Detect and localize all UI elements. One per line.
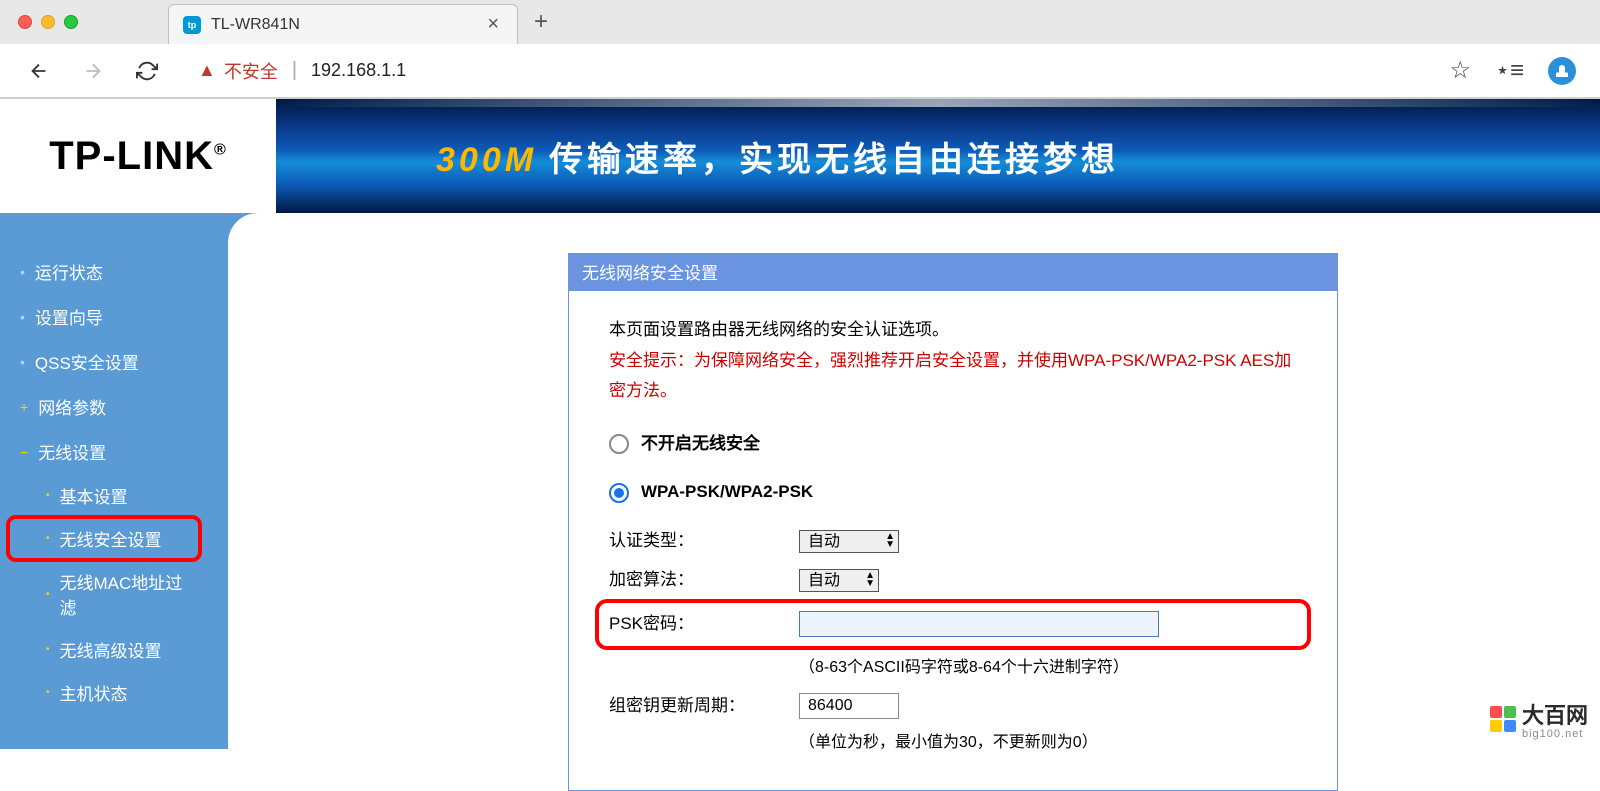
reload-button[interactable] (132, 56, 162, 86)
main-layout: •运行状态 •设置向导 •QSS安全设置 网络参数 无线设置 •基本设置 •无线… (0, 213, 1600, 749)
row-encrypt-algo: 加密算法： 自动 ▲▼ (609, 565, 1297, 596)
sidebar: •运行状态 •设置向导 •QSS安全设置 网络参数 无线设置 •基本设置 •无线… (0, 213, 208, 749)
watermark-sub: big100.net (1522, 728, 1588, 740)
group-key-hint: （单位为秒，最小值为30，不更新则为0） (799, 729, 1098, 758)
submenu-basic-settings[interactable]: •基本设置 (0, 474, 208, 517)
forward-button[interactable] (78, 56, 108, 86)
tab-close-button[interactable]: × (483, 13, 503, 36)
watermark-logo-icon (1490, 706, 1516, 732)
security-warning: ▲ 不安全 (198, 58, 278, 84)
reading-list-icon[interactable]: ⋆≡ (1495, 56, 1524, 85)
toolbar-icons: ☆ ⋆≡ (1449, 56, 1576, 85)
logo-area: TP-LINK® (0, 99, 276, 213)
tab-favicon-icon: tp (183, 16, 201, 34)
banner-text: 300M 传输速率，实现无线自由连接梦想 (436, 132, 1119, 181)
group-key-input[interactable] (799, 693, 899, 719)
favorite-icon[interactable]: ☆ (1449, 56, 1471, 85)
logo-text: TP-LINK® (49, 134, 227, 179)
menu-setup-wizard[interactable]: •设置向导 (0, 294, 208, 339)
box-header: 无线网络安全设置 (568, 253, 1338, 290)
row-auth-type: 认证类型： 自动 ▲▼ (609, 526, 1297, 557)
box-body: 本页面设置路由器无线网络的安全认证选项。 安全提示：为保障网络安全，强烈推荐开启… (568, 290, 1338, 791)
radio-label: WPA-PSK/WPA2-PSK (641, 477, 813, 508)
psk-hint: （8-63个ASCII码字符或8-64个十六进制字符） (799, 654, 1129, 683)
submenu-mac-filter[interactable]: •无线MAC地址过滤 (0, 560, 208, 628)
submenu-wireless-security[interactable]: •无线安全设置 (8, 517, 200, 560)
url-text: 192.168.1.1 (311, 60, 406, 81)
warning-text: 安全提示：为保障网络安全，强烈推荐开启安全设置，并使用WPA-PSK/WPA2-… (609, 346, 1297, 407)
browser-chrome: tp TL-WR841N × + ▲ 不安全 | 192.168.1.1 ☆ ⋆… (0, 0, 1600, 99)
submenu-host-status[interactable]: •主机状态 (0, 671, 208, 714)
row-group-key-hint: （单位为秒，最小值为30，不更新则为0） (609, 729, 1297, 758)
description-text: 本页面设置路由器无线网络的安全认证选项。 (609, 315, 1297, 346)
encrypt-label: 加密算法： (609, 565, 799, 596)
browser-toolbar: ▲ 不安全 | 192.168.1.1 ☆ ⋆≡ (0, 44, 1600, 98)
router-header: TP-LINK® 300M 传输速率，实现无线自由连接梦想 (0, 99, 1600, 213)
content-panel: 无线网络安全设置 本页面设置路由器无线网络的安全认证选项。 安全提示：为保障网络… (228, 213, 1600, 749)
menu-qss-security[interactable]: •QSS安全设置 (0, 339, 208, 384)
profile-icon[interactable] (1548, 57, 1576, 85)
psk-password-input[interactable] (799, 611, 1159, 637)
watermark-text: 大百网 (1522, 698, 1588, 730)
url-separator: | (292, 59, 297, 82)
radio-icon (609, 483, 629, 503)
address-bar[interactable]: ▲ 不安全 | 192.168.1.1 (186, 53, 1425, 89)
window-minimize-button[interactable] (41, 15, 55, 29)
new-tab-button[interactable]: + (534, 8, 548, 36)
group-key-label: 组密钥更新周期： (609, 691, 799, 722)
window-controls (18, 15, 78, 29)
watermark: 大百网 big100.net (1490, 698, 1588, 740)
menu-wireless-settings[interactable]: 无线设置 (0, 429, 208, 474)
auth-type-select[interactable]: 自动 (799, 530, 899, 553)
warning-icon: ▲ (198, 60, 216, 81)
tab-bar: tp TL-WR841N × + (0, 0, 1600, 44)
radio-label: 不开启无线安全 (641, 429, 760, 460)
radio-wpa-psk[interactable]: WPA-PSK/WPA2-PSK (609, 477, 1297, 508)
row-psk-password: PSK密码： (599, 603, 1307, 646)
banner: 300M 传输速率，实现无线自由连接梦想 (276, 99, 1600, 213)
row-group-key: 组密钥更新周期： (609, 691, 1297, 722)
tab-title: TL-WR841N (211, 16, 483, 34)
row-psk-hint: （8-63个ASCII码字符或8-64个十六进制字符） (609, 654, 1297, 683)
auth-type-label: 认证类型： (609, 526, 799, 557)
content-area: 无线网络安全设置 本页面设置路由器无线网络的安全认证选项。 安全提示：为保障网络… (208, 213, 1600, 749)
encrypt-select[interactable]: 自动 (799, 569, 879, 592)
security-label: 不安全 (224, 58, 278, 84)
submenu-wireless-advanced[interactable]: •无线高级设置 (0, 628, 208, 671)
browser-tab[interactable]: tp TL-WR841N × (168, 4, 518, 44)
back-button[interactable] (24, 56, 54, 86)
radio-disable-security[interactable]: 不开启无线安全 (609, 429, 1297, 460)
menu-running-status[interactable]: •运行状态 (0, 249, 208, 294)
menu-network-params[interactable]: 网络参数 (0, 384, 208, 429)
window-maximize-button[interactable] (64, 15, 78, 29)
psk-label: PSK密码： (609, 609, 799, 640)
window-close-button[interactable] (18, 15, 32, 29)
settings-box: 无线网络安全设置 本页面设置路由器无线网络的安全认证选项。 安全提示：为保障网络… (568, 253, 1338, 791)
radio-icon (609, 434, 629, 454)
